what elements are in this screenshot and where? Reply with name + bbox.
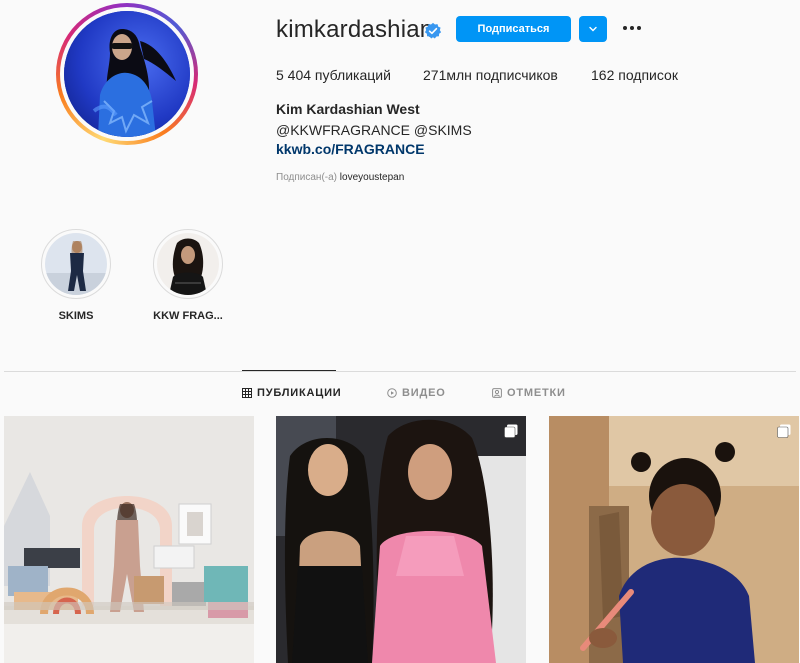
profile-avatar[interactable] <box>56 3 198 145</box>
carousel-icon <box>777 424 791 438</box>
tab-posts[interactable]: ПУБЛИКАЦИИ <box>242 387 342 399</box>
post-thumbnail[interactable] <box>4 416 254 663</box>
post-image <box>549 416 799 663</box>
highlight-skims[interactable]: SKIMS <box>36 229 116 322</box>
active-tab-indicator <box>242 370 336 371</box>
chevron-down-icon <box>589 26 597 32</box>
bio-website-link[interactable]: kkwb.co/FRAGRANCE <box>276 141 425 157</box>
post-image <box>4 416 254 663</box>
bio-text[interactable]: @KKWFRAGRANCE @SKIMS <box>276 122 472 138</box>
followed-by-user[interactable]: loveyoustepan <box>340 172 405 183</box>
tab-videos[interactable]: ВИДЕО <box>387 387 446 399</box>
tab-tagged[interactable]: ОТМЕТКИ <box>492 387 566 399</box>
following-link[interactable]: 162 подписок <box>591 67 678 83</box>
highlight-kkw-fragrance[interactable]: KKW FRAG... <box>148 229 228 322</box>
posts-count: 5 404 публикаций <box>276 67 391 83</box>
profile-username: kimkardashian <box>276 16 434 43</box>
avatar-photo <box>64 11 190 137</box>
highlight-label: KKW FRAG... <box>153 310 223 322</box>
bio-full-name: Kim Kardashian West <box>276 101 420 117</box>
suggested-accounts-button[interactable] <box>579 16 607 42</box>
post-thumbnail[interactable] <box>276 416 526 663</box>
tagged-icon <box>492 388 502 398</box>
highlight-cover <box>45 233 107 295</box>
carousel-icon <box>504 424 518 438</box>
verified-badge-icon <box>424 22 442 39</box>
more-options-icon[interactable] <box>620 18 644 38</box>
post-thumbnail[interactable] <box>549 416 799 663</box>
tabs-divider <box>4 371 796 372</box>
highlight-label: SKIMS <box>58 310 94 322</box>
followers-link[interactable]: 271млн подписчиков <box>423 67 558 83</box>
grid-icon <box>242 388 252 398</box>
followed-by[interactable]: Подписан(-а) loveyoustepan <box>276 172 404 183</box>
post-image <box>276 416 526 663</box>
video-icon <box>387 388 397 398</box>
follow-button[interactable]: Подписаться <box>456 16 571 42</box>
highlight-cover <box>157 233 219 295</box>
